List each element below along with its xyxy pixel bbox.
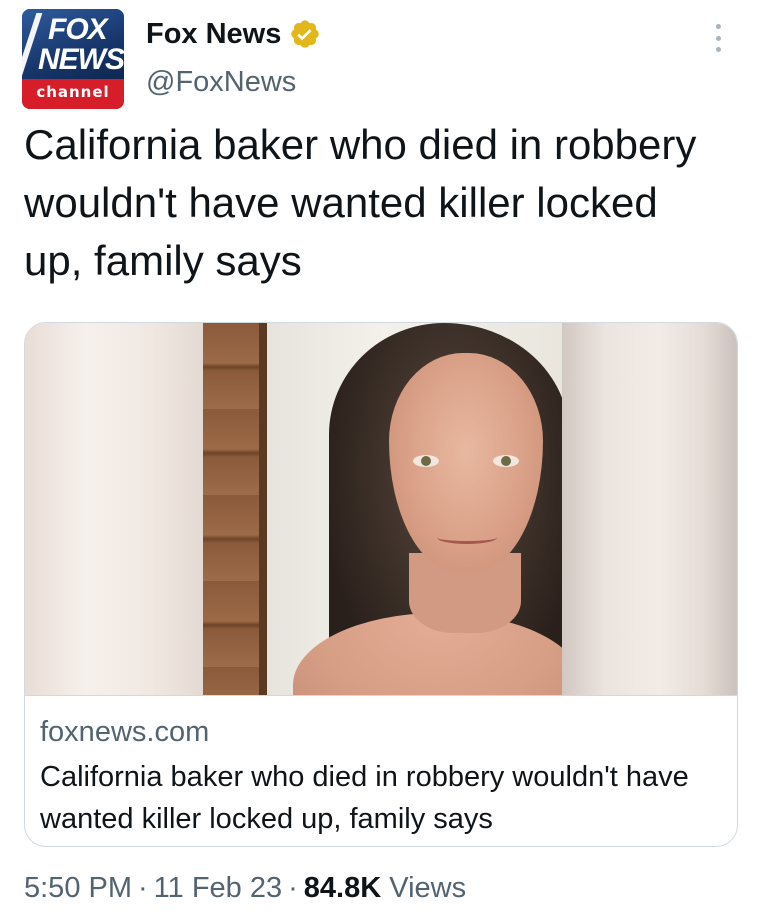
image-blur-left [25, 323, 203, 695]
more-dot [715, 35, 721, 41]
photo-wood-edge [259, 323, 267, 695]
tweet: FOX NEWS channel Fox News @FoxNews Calif… [0, 0, 764, 920]
more-dots-icon[interactable] [708, 20, 728, 56]
verified-badge-icon[interactable] [289, 18, 321, 50]
link-card[interactable]: foxnews.com California baker who died in… [24, 322, 738, 847]
meta-separator: · [288, 872, 298, 904]
display-name[interactable]: Fox News [146, 16, 281, 52]
card-photo [203, 323, 562, 695]
card-title: California baker who died in robbery wou… [40, 761, 689, 835]
name-row: Fox News [146, 16, 321, 52]
views-count[interactable]: 84.8K [304, 872, 381, 904]
photo-eye-left [413, 455, 439, 467]
card-image[interactable] [25, 323, 737, 695]
meta-separator: · [138, 872, 148, 904]
handle[interactable]: @FoxNews [146, 64, 296, 100]
photo-eye-right [493, 455, 519, 467]
logo-text-news: NEWS [38, 43, 124, 76]
avatar[interactable]: FOX NEWS channel [22, 9, 124, 109]
more-dot [715, 47, 721, 52]
card-body[interactable]: foxnews.com California baker who died in… [25, 695, 737, 846]
more-dot [715, 24, 721, 29]
logo-text-fox: FOX [48, 13, 108, 46]
image-blur-right [562, 323, 737, 695]
tweet-meta: 5:50 PM · 11 Feb 23 · 84.8K Views [24, 870, 466, 906]
tweet-text: California baker who died in robbery wou… [24, 121, 697, 284]
tweet-time[interactable]: 5:50 PM [24, 872, 132, 904]
photo-wood-panel [203, 323, 265, 695]
tweet-date[interactable]: 11 Feb 23 [154, 872, 282, 904]
views-label[interactable]: Views [389, 872, 466, 904]
photo-mouth [437, 531, 497, 544]
logo-text-channel: channel [36, 83, 110, 101]
card-domain: foxnews.com [40, 716, 210, 748]
